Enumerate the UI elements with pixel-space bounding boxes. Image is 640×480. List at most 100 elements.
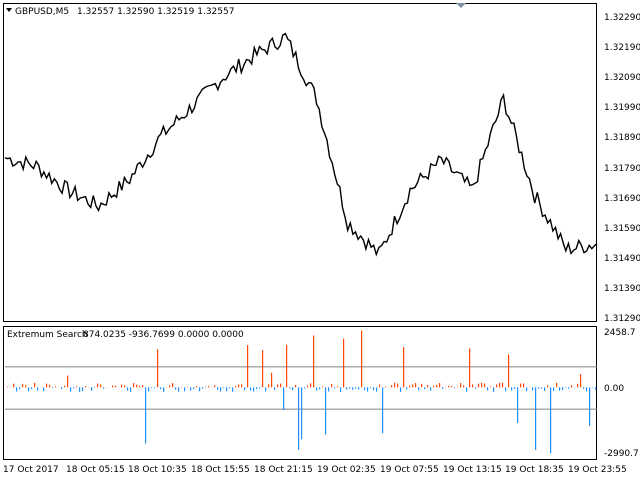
symbol-timeframe: GBPUSD,M5 <box>15 7 69 17</box>
indicator-bar <box>334 387 336 389</box>
indicator-bar <box>454 387 456 389</box>
indicator-bar <box>256 387 258 390</box>
indicator-bar <box>64 385 66 388</box>
indicator-bar <box>274 387 276 390</box>
indicator-bar <box>406 387 408 390</box>
time-label: 18 Oct 21:15 <box>254 465 313 475</box>
indicator-bar <box>61 387 63 390</box>
indicator-bar <box>448 385 450 388</box>
indicator-bar <box>565 387 567 388</box>
price-label: 1.31290 <box>604 314 640 324</box>
indicator-bar <box>559 387 561 391</box>
indicator-bar <box>94 387 96 388</box>
indicator-bar <box>349 387 351 389</box>
indicator-bar <box>133 383 135 388</box>
indicator-bar <box>355 387 357 389</box>
indicator-bar <box>328 387 330 392</box>
indicator-bar <box>181 386 183 388</box>
indicator-bar <box>427 385 429 388</box>
indicator-bar <box>487 387 489 391</box>
trading-terminal-chart[interactable]: GBPUSD,M5 1.32557 1.32590 1.32519 1.3255… <box>0 0 640 480</box>
indicator-bar <box>25 385 27 388</box>
indicator-panel-frame[interactable] <box>3 326 597 460</box>
indicator-bar <box>124 385 126 388</box>
indicator-bar <box>457 386 459 388</box>
indicator-bar <box>271 372 273 388</box>
indicator-bar <box>526 387 528 392</box>
indicator-bar <box>253 387 255 392</box>
indicator-bar <box>496 384 498 388</box>
price-label: 1.31990 <box>604 103 640 113</box>
indicator-bar <box>232 387 234 392</box>
indicator-bar <box>97 383 99 388</box>
indicator-bar <box>142 385 144 388</box>
time-label: 19 Oct 02:35 <box>317 465 376 475</box>
indicator-bar <box>115 385 117 388</box>
indicator-bar <box>214 385 216 388</box>
indicator-name: Extremum Search <box>7 330 88 340</box>
indicator-bar <box>520 383 522 388</box>
indicator-bar <box>337 386 339 388</box>
time-label: 18 Oct 10:35 <box>128 465 187 475</box>
indicator-bar <box>163 387 165 392</box>
indicator-bar <box>541 387 543 389</box>
indicator-bar <box>307 385 309 388</box>
indicator-bar <box>433 385 435 388</box>
indicator-bar <box>178 387 180 392</box>
indicator-bar <box>463 385 465 388</box>
indicator-bar <box>373 387 375 391</box>
price-label: 1.32290 <box>604 13 640 23</box>
indicator-bar <box>175 387 177 390</box>
indicator-bar <box>505 387 507 392</box>
indicator-bar <box>265 387 267 392</box>
time-axis[interactable]: 17 Oct 2017 18 Oct 05:15 18 Oct 10:35 18… <box>3 465 627 475</box>
indicator-bar <box>250 387 252 391</box>
indicator-bar <box>361 330 363 388</box>
indicator-bar <box>424 387 426 390</box>
indicator-bar <box>490 386 492 388</box>
time-label: 19 Oct 23:55 <box>568 465 627 475</box>
indicator-bar <box>376 387 378 392</box>
price-axis[interactable]: 1.32290 1.32190 1.32090 1.31990 1.31890 … <box>604 13 640 324</box>
price-label: 1.32190 <box>604 43 640 53</box>
indicator-bar <box>202 387 204 389</box>
indicator-bar <box>160 387 162 390</box>
indicator-bar <box>151 387 153 389</box>
indicator-bar <box>316 387 318 391</box>
indicator-bar <box>295 384 297 388</box>
indicator-bar <box>205 386 207 388</box>
indicator-bar <box>19 387 21 390</box>
indicator-bar <box>127 387 129 391</box>
price-panel-frame[interactable] <box>3 3 597 322</box>
indicator-bar <box>442 387 444 389</box>
indicator-bar <box>370 387 372 389</box>
indicator-bar <box>352 387 354 390</box>
indicator-bar <box>397 383 399 388</box>
indicator-bar <box>100 384 102 388</box>
indicator-bar <box>343 338 345 388</box>
indicator-bar <box>91 387 93 391</box>
indicator-bar <box>235 385 237 388</box>
indicator-bar <box>70 387 72 392</box>
price-label: 1.31490 <box>604 254 640 264</box>
indicator-bar <box>130 387 132 392</box>
indicator-bar <box>346 387 348 390</box>
indicator-bar <box>280 383 282 388</box>
indicator-bar <box>244 387 246 391</box>
indicator-bar <box>523 383 525 388</box>
indicator-bar <box>67 375 69 388</box>
indicator-bar <box>172 383 174 388</box>
indicator-bar <box>223 387 225 388</box>
indicator-bar <box>199 387 201 392</box>
indicator-bar <box>382 387 384 434</box>
indicator-bar <box>517 387 519 423</box>
indicator-bar <box>208 385 210 388</box>
indicator-bar <box>430 387 432 391</box>
indicator-bar <box>589 387 591 426</box>
indicator-bar <box>301 387 303 440</box>
indicator-bar <box>82 387 84 392</box>
indicator-bar <box>268 384 270 388</box>
time-label: 19 Oct 07:55 <box>380 465 439 475</box>
indicator-bar <box>403 347 405 388</box>
indicator-bar <box>562 387 564 391</box>
